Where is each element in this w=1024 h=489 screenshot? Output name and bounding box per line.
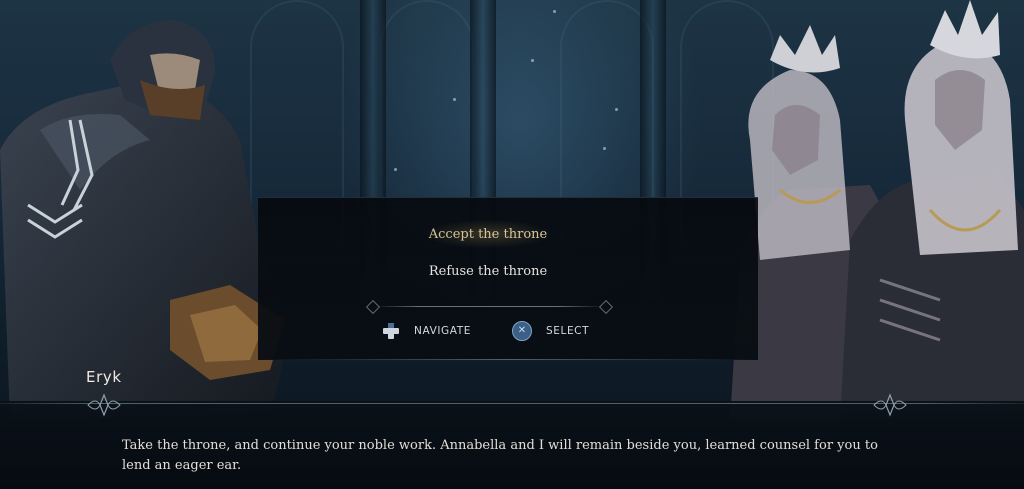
filigree-ornament-icon — [873, 393, 907, 417]
divider-ornament — [365, 299, 381, 315]
divider-ornament — [598, 299, 614, 315]
select-label: SELECT — [546, 325, 590, 337]
choice-accept-throne[interactable]: Accept the throne — [418, 220, 558, 248]
speaker-name: Eryk — [86, 368, 122, 386]
eryk-portrait — [0, 20, 290, 420]
filigree-ornament-icon — [87, 393, 121, 417]
snowflake — [394, 168, 397, 171]
snowflake — [553, 10, 556, 13]
choice-label: Refuse the throne — [428, 263, 548, 279]
navigate-label: NAVIGATE — [414, 325, 471, 337]
dpad-icon — [383, 323, 399, 339]
dialogue-text: Take the throne, and continue your noble… — [122, 438, 878, 473]
select-hint[interactable]: ✕ SELECT — [512, 320, 589, 342]
choice-menu: Accept the throne Refuse the throne NAVI… — [258, 197, 758, 360]
menu-divider — [374, 306, 604, 307]
snowflake — [531, 59, 534, 62]
snowflake — [603, 147, 606, 150]
choice-refuse-throne[interactable]: Refuse the throne — [418, 257, 558, 285]
navigate-hint[interactable]: NAVIGATE — [382, 320, 471, 342]
cross-button-icon: ✕ — [512, 321, 532, 341]
choice-label: Accept the throne — [428, 226, 548, 242]
snowflake — [453, 98, 456, 101]
snowflake — [615, 108, 618, 111]
